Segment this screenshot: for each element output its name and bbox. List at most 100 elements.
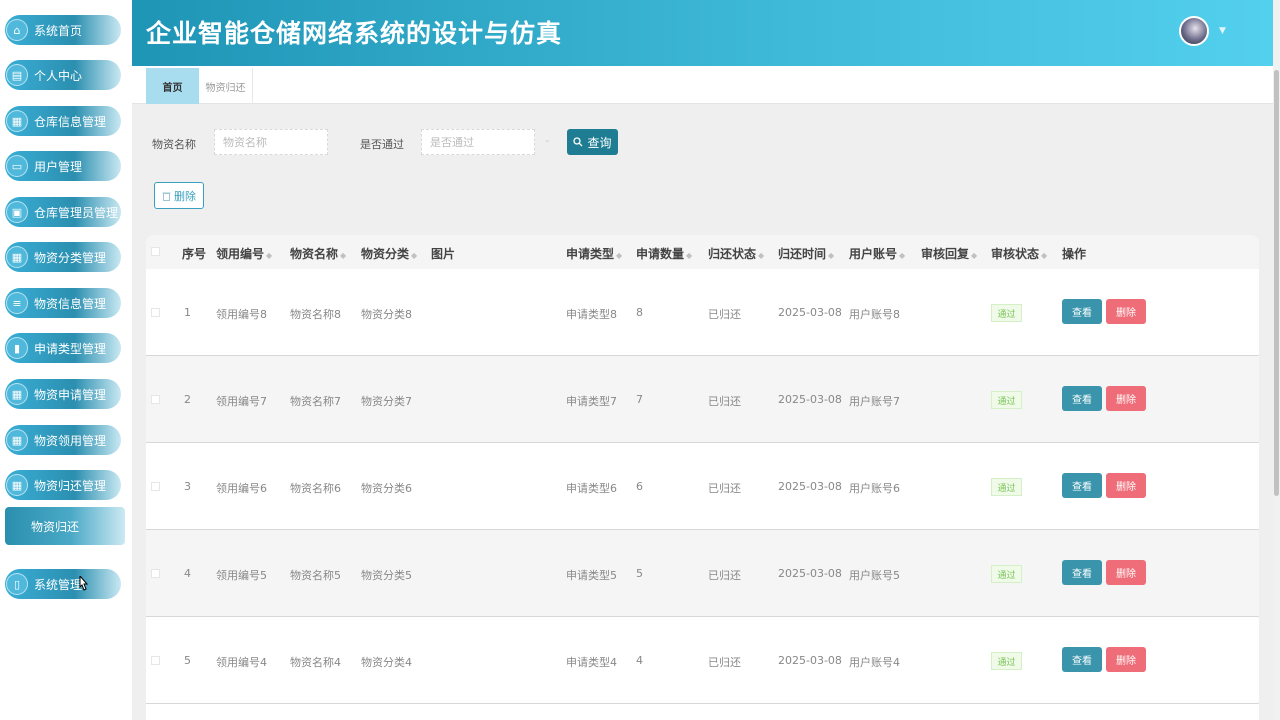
cell-code: 领用编号4 xyxy=(216,656,267,669)
select-all-checkbox[interactable] xyxy=(151,247,160,256)
cell-time: 2025-03-08 xyxy=(778,306,842,319)
col-header-category-label: 物资分类 xyxy=(361,247,410,261)
user-avatar[interactable] xyxy=(1179,16,1209,46)
sort-icon[interactable]: ◆ xyxy=(340,251,346,260)
status-badge: 通过 xyxy=(991,652,1022,670)
col-header-return-status[interactable]: 归还状态 ◆ xyxy=(708,245,764,262)
status-badge: 通过 xyxy=(991,478,1022,496)
chevron-down-icon[interactable]: ▼ xyxy=(1219,26,1226,36)
col-header-audit-status-label: 审核状态 xyxy=(991,247,1040,261)
cell-user: 用户账号5 xyxy=(849,569,900,582)
sidebar-item-label: 物资归还管理 xyxy=(34,478,107,493)
cell-status: 已归还 xyxy=(708,569,741,582)
col-header-actions: 操作 xyxy=(1062,245,1086,262)
cell-type: 申请类型7 xyxy=(566,395,617,408)
cell-qty: 4 xyxy=(636,654,643,667)
col-header-category[interactable]: 物资分类 ◆ xyxy=(361,245,417,262)
sort-icon[interactable]: ◆ xyxy=(616,251,622,260)
table-row: 5 领用编号4 物资名称4 物资分类4 申请类型4 4 已归还 2025-03-08 用户账号4… xyxy=(146,617,1259,704)
delete-button[interactable]: 删除 xyxy=(1106,299,1146,324)
cell-type: 申请类型8 xyxy=(566,308,617,321)
batch-delete-button[interactable]: 删除 xyxy=(154,182,204,209)
sidebar-item-10[interactable]: ▦ 物资归还管理 xyxy=(5,470,121,500)
view-button[interactable]: 查看 xyxy=(1062,299,1102,324)
sidebar-item-3[interactable]: ▭ 用户管理 xyxy=(5,151,121,181)
col-header-return-time[interactable]: 归还时间 ◆ xyxy=(778,245,834,262)
sort-icon[interactable]: ◆ xyxy=(686,251,692,260)
view-button[interactable]: 查看 xyxy=(1062,473,1102,498)
sidebar-item-label: 系统首页 xyxy=(34,23,83,38)
sidebar-sub-item-material-return[interactable]: 物资归还 xyxy=(5,507,125,545)
col-header-image-label: 图片 xyxy=(431,247,456,261)
scrollbar-thumb[interactable] xyxy=(1274,70,1279,496)
row-checkbox[interactable] xyxy=(151,569,160,578)
bar-chart-icon: ▮ xyxy=(6,337,28,359)
sidebar-item-5[interactable]: ▦ 物资分类管理 xyxy=(5,242,121,272)
col-header-user[interactable]: 用户账号 ◆ xyxy=(849,245,905,262)
sidebar-item-0[interactable]: ⌂ 系统首页 xyxy=(5,15,121,45)
select-chevron-icon[interactable]: ⌄ xyxy=(544,135,551,144)
view-button[interactable]: 查看 xyxy=(1062,386,1102,411)
sidebar-item-4[interactable]: ▣ 仓库管理员管理 xyxy=(5,197,121,227)
grid-icon: ▦ xyxy=(6,429,28,451)
col-header-actions-label: 操作 xyxy=(1062,247,1087,261)
tab-bar: 首页 物资归还 xyxy=(132,66,1273,104)
cell-idx: 4 xyxy=(184,567,191,580)
col-header-audit-reply-label: 审核回复 xyxy=(921,247,970,261)
cell-qty: 8 xyxy=(636,306,643,319)
col-header-apply-type[interactable]: 申请类型 ◆ xyxy=(566,245,622,262)
table-row: 4 领用编号5 物资名称5 物资分类5 申请类型5 5 已归还 2025-03-08 用户账号5… xyxy=(146,530,1259,617)
sidebar-item-6[interactable]: ≡ 物资信息管理 xyxy=(5,288,121,318)
sort-icon[interactable]: ◆ xyxy=(828,251,834,260)
sidebar-item-8[interactable]: ▦ 物资申请管理 xyxy=(5,379,121,409)
row-checkbox[interactable] xyxy=(151,656,160,665)
sort-icon[interactable]: ◆ xyxy=(1041,251,1047,260)
material-name-input[interactable]: 物资名称 xyxy=(214,129,328,155)
sidebar-item-1[interactable]: ▤ 个人中心 xyxy=(5,60,121,90)
page-scrollbar[interactable] xyxy=(1273,0,1280,720)
sort-icon[interactable]: ◆ xyxy=(971,251,977,260)
delete-button[interactable]: 删除 xyxy=(1106,386,1146,411)
row-checkbox[interactable] xyxy=(151,308,160,317)
cell-user: 用户账号6 xyxy=(849,482,900,495)
sort-icon[interactable]: ◆ xyxy=(758,251,764,260)
cell-user: 用户账号4 xyxy=(849,656,900,669)
view-button[interactable]: 查看 xyxy=(1062,560,1102,585)
sort-icon[interactable]: ◆ xyxy=(899,251,905,260)
row-checkbox[interactable] xyxy=(151,395,160,404)
approved-select[interactable]: 是否通过 xyxy=(421,129,535,155)
col-header-code-label: 领用编号 xyxy=(216,247,265,261)
row-checkbox[interactable] xyxy=(151,482,160,491)
col-header-image: 图片 xyxy=(431,245,455,262)
tab-material-return[interactable]: 物资归还 xyxy=(199,68,253,104)
delete-button[interactable]: 删除 xyxy=(1106,560,1146,585)
cell-time: 2025-03-08 xyxy=(778,654,842,667)
cell-cat: 物资分类6 xyxy=(361,482,412,495)
cell-qty: 7 xyxy=(636,393,643,406)
col-header-audit-reply[interactable]: 审核回复 ◆ xyxy=(921,245,977,262)
col-header-audit-status[interactable]: 审核状态 ◆ xyxy=(991,245,1047,262)
sidebar-item-11[interactable]: ▯ 系统管理 xyxy=(5,569,121,599)
sidebar-item-label: 个人中心 xyxy=(34,68,83,83)
cell-code: 领用编号7 xyxy=(216,395,267,408)
delete-button[interactable]: 删除 xyxy=(1106,647,1146,672)
col-header-quantity[interactable]: 申请数量 ◆ xyxy=(636,245,692,262)
cell-user: 用户账号8 xyxy=(849,308,900,321)
col-header-code[interactable]: 领用编号 ◆ xyxy=(216,245,272,262)
delete-button[interactable]: 删除 xyxy=(1106,473,1146,498)
sidebar-item-9[interactable]: ▦ 物资领用管理 xyxy=(5,425,121,455)
view-button[interactable]: 查看 xyxy=(1062,647,1102,672)
sort-icon[interactable]: ◆ xyxy=(411,251,417,260)
tab-home[interactable]: 首页 xyxy=(146,68,199,104)
chart-icon: ▦ xyxy=(6,110,28,132)
search-button[interactable]: 查询 xyxy=(567,129,618,155)
table-row: 3 领用编号6 物资名称6 物资分类6 申请类型6 6 已归还 2025-03-08 用户账号6… xyxy=(146,443,1259,530)
sidebar-item-7[interactable]: ▮ 申请类型管理 xyxy=(5,333,121,363)
sidebar-item-2[interactable]: ▦ 仓库信息管理 xyxy=(5,106,121,136)
top-header: 企业智能仓储网络系统的设计与仿真 ▼ xyxy=(132,0,1273,66)
material-name-label: 物资名称 xyxy=(152,138,196,151)
cell-type: 申请类型6 xyxy=(566,482,617,495)
col-header-name[interactable]: 物资名称 ◆ xyxy=(290,245,346,262)
cell-idx: 5 xyxy=(184,654,191,667)
sort-icon[interactable]: ◆ xyxy=(266,251,272,260)
